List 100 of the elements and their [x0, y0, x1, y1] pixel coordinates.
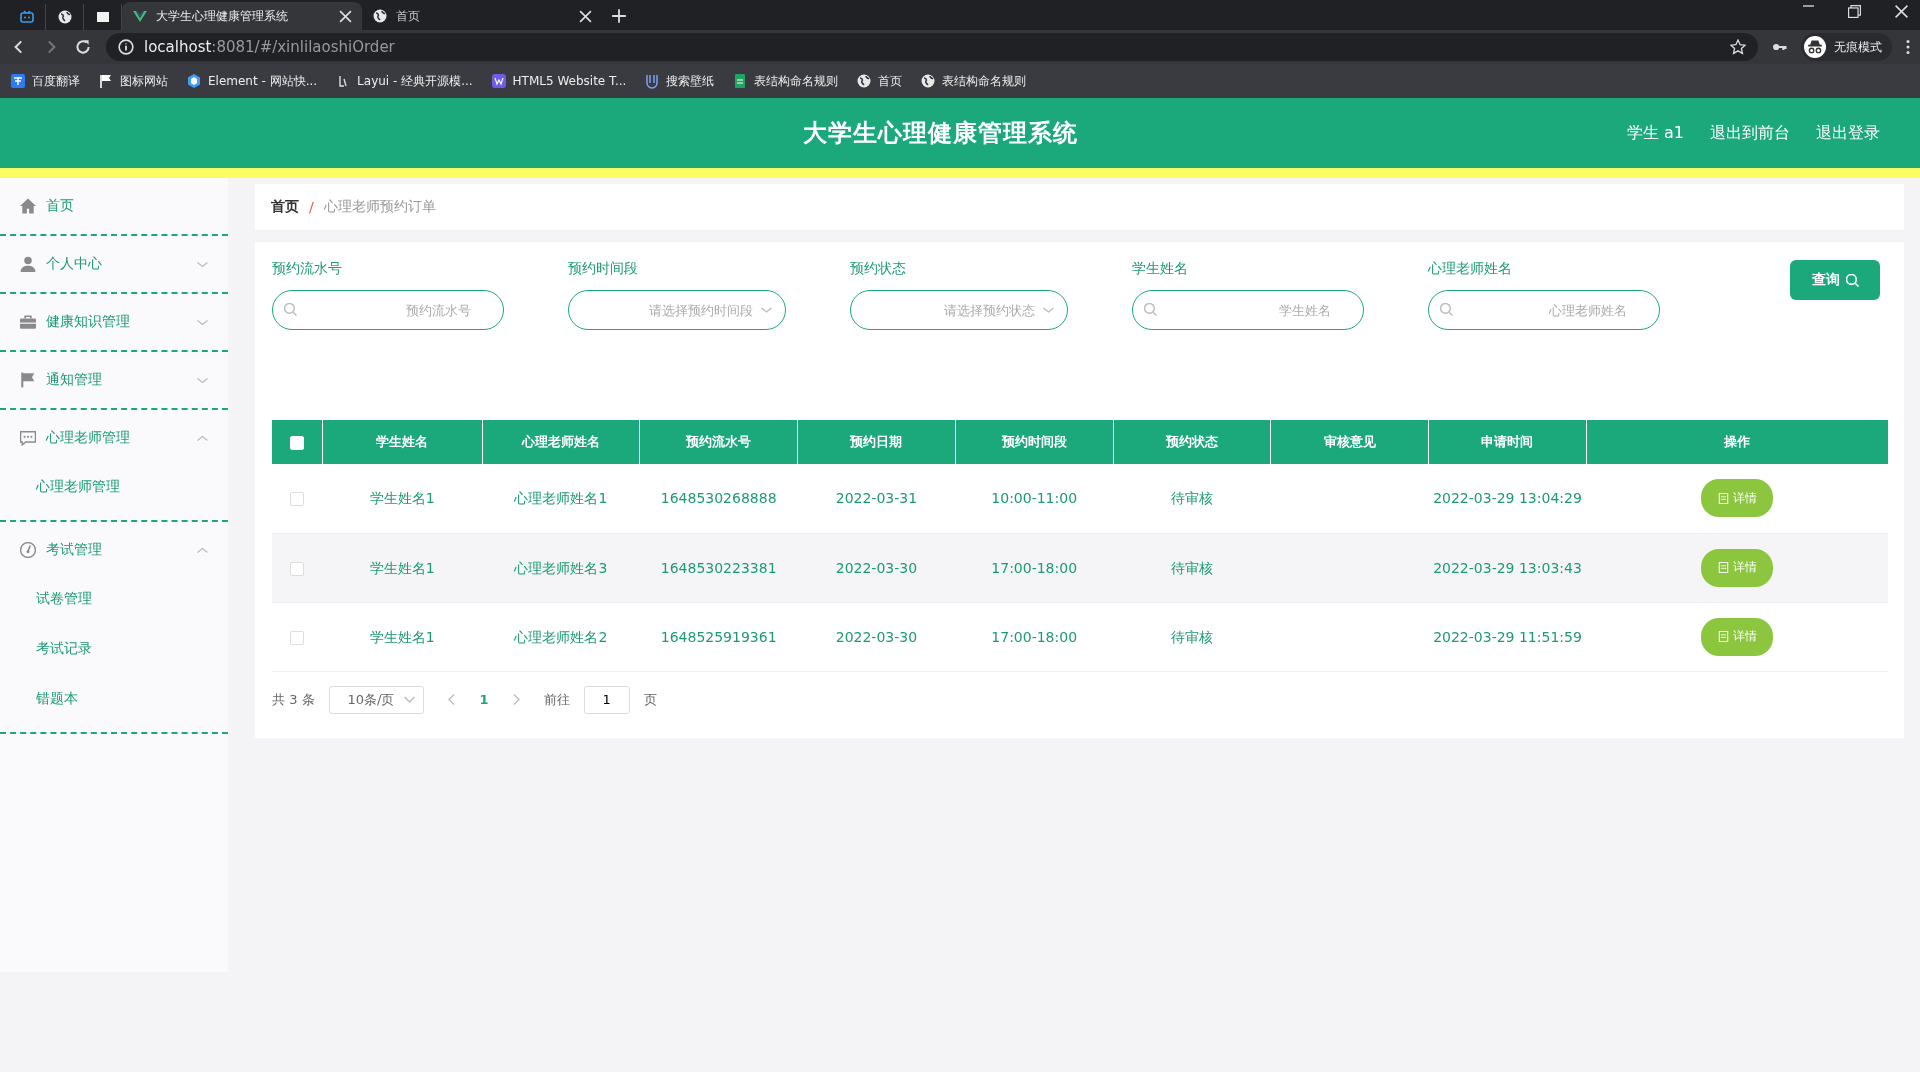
sidebar-subitem[interactable]: 错题本	[0, 678, 228, 728]
chevron-down-icon	[1043, 307, 1054, 313]
table-cell-text: 2022-03-30	[835, 627, 918, 647]
incognito-icon	[1804, 36, 1826, 58]
select-all-checkbox[interactable]	[289, 435, 304, 450]
sidebar-subitem[interactable]: 试卷管理	[0, 578, 228, 628]
sidebar-item[interactable]: 考试管理	[0, 522, 228, 578]
bookmark[interactable]: 首页	[856, 72, 903, 90]
goto-label: 前往	[543, 690, 570, 709]
document-icon	[1717, 562, 1729, 573]
table-cell-text: 2022-03-29 11:51:59	[1433, 627, 1582, 647]
search-field[interactable]: 心理老师姓名	[1428, 290, 1660, 330]
bookmark[interactable]: 百度翻译	[10, 72, 80, 90]
browser-tab[interactable]: 大学生心理健康管理系统	[122, 2, 362, 30]
row-checkbox[interactable]	[290, 630, 305, 645]
table-cell-text: 待审核	[1170, 489, 1213, 509]
star-icon	[1730, 39, 1746, 55]
row-checkbox[interactable]	[290, 561, 305, 576]
hexagon-icon	[186, 73, 202, 89]
minimize-icon	[1803, 4, 1814, 7]
sidebar-item[interactable]: 通知管理	[0, 352, 228, 408]
globe-icon	[856, 73, 873, 89]
field-label: 预约流水号	[272, 260, 343, 278]
details-button[interactable]: 详情	[1701, 479, 1774, 518]
table-cell-text: 2022-03-30	[835, 558, 918, 578]
document-icon	[1717, 492, 1729, 504]
bookmark[interactable]: 表结构命名规则	[920, 72, 1027, 90]
table-cell-text: 1648530268888	[660, 489, 777, 509]
column-header: 预约流水号	[639, 420, 798, 464]
sidebar-subitem[interactable]: 心理老师管理	[0, 466, 228, 516]
v-logo-icon	[132, 8, 148, 24]
address-bar[interactable]: localhost:8081/#/xinlilaoshiOrder	[106, 33, 1758, 61]
bookmark[interactable]: Layui - 经典开源模...	[335, 72, 473, 90]
header-link[interactable]: 退出登录	[1816, 122, 1880, 144]
globe-icon	[920, 73, 937, 89]
column-header: 预约状态	[1113, 420, 1271, 464]
column-header: 预约日期	[797, 420, 956, 464]
key-icon	[1772, 43, 1787, 51]
bookmark[interactable]: 搜索壁纸	[644, 72, 715, 90]
search-icon	[1845, 273, 1859, 287]
sidebar-item[interactable]: 首页	[0, 178, 228, 234]
total-count: 共 3 条	[272, 690, 315, 709]
page-number[interactable]: 1	[479, 692, 489, 707]
row-checkbox[interactable]	[290, 492, 305, 507]
select-field[interactable]: 请选择预约状态	[850, 290, 1068, 330]
search-button[interactable]: 查询	[1790, 260, 1880, 300]
close-icon	[1895, 4, 1908, 18]
table-cell-text: 待审核	[1170, 627, 1213, 647]
table-cell-text: 待审核	[1170, 558, 1213, 578]
sidebar-item[interactable]: 个人中心	[0, 236, 228, 292]
field-label: 学生姓名	[1132, 260, 1189, 278]
close-icon	[579, 9, 592, 23]
search-field[interactable]: 学生姓名	[1132, 290, 1364, 330]
sidebar-item[interactable]: 心理老师管理	[0, 410, 228, 466]
sidebar-item[interactable]: 健康知识管理	[0, 294, 228, 350]
info-icon	[118, 39, 134, 55]
restore-icon	[1848, 4, 1861, 18]
user-name: 学生 a1	[1626, 122, 1684, 144]
briefcase-icon	[20, 314, 36, 330]
table-cell-text: 2022-03-31	[835, 489, 918, 509]
bookmark[interactable]: 表结构命名规则	[732, 72, 839, 90]
column-header: 审核意见	[1270, 420, 1429, 464]
bookmark[interactable]: Element - 网站快...	[186, 72, 318, 90]
bookmark[interactable]: 图标网站	[98, 72, 168, 90]
details-button[interactable]: 详情	[1701, 548, 1774, 587]
table-cell-text: 17:00-18:00	[991, 558, 1078, 578]
user-icon	[20, 256, 36, 272]
breadcrumb-link[interactable]: 首页	[271, 198, 299, 216]
sidebar-subitem[interactable]: 考试记录	[0, 628, 228, 678]
reload-icon	[74, 38, 92, 56]
breadcrumb-separator: /	[309, 199, 314, 215]
globe-icon[interactable]	[56, 9, 73, 25]
table-cell-text: 2022-03-29 13:03:43	[1433, 558, 1582, 578]
flag-icon	[20, 372, 36, 388]
bookmark[interactable]: HTML5 Website T...	[490, 73, 627, 89]
new-tab-icon	[611, 8, 627, 24]
page-size-select[interactable]: 10条/页	[328, 685, 425, 714]
field-label: 预约状态	[850, 260, 907, 278]
page-input[interactable]: 1	[583, 685, 630, 714]
header-link[interactable]: 退出到前台	[1710, 122, 1790, 144]
search-icon	[1144, 303, 1157, 316]
select-field[interactable]: 请选择预约时间段	[568, 290, 786, 330]
profile-button[interactable]: 无痕模式	[1801, 33, 1892, 61]
field-label: 心理老师姓名	[1428, 260, 1513, 278]
flag-icon	[98, 73, 114, 89]
table-cell-text: 心理老师姓名1	[514, 489, 608, 509]
tv-icon[interactable]	[18, 9, 35, 25]
table-cell-text: 1648530223381	[660, 558, 777, 578]
search-field[interactable]: 预约流水号	[272, 290, 504, 330]
breadcrumb-current: 心理老师预约订单	[323, 198, 436, 216]
table-cell-text: 学生姓名1	[369, 627, 435, 647]
url-text: localhost:8081/#/xinlilaoshiOrder	[144, 38, 395, 56]
table-cell-text: 2022-03-29 13:04:29	[1433, 489, 1582, 509]
details-button[interactable]: 详情	[1701, 617, 1774, 656]
browser-tab[interactable]: 首页	[362, 2, 602, 30]
close-icon	[339, 9, 352, 23]
column-header: 学生姓名	[322, 420, 482, 464]
translate-icon	[10, 73, 26, 89]
page-icon[interactable]	[94, 9, 111, 25]
table-cell-text: 心理老师姓名2	[514, 627, 608, 647]
